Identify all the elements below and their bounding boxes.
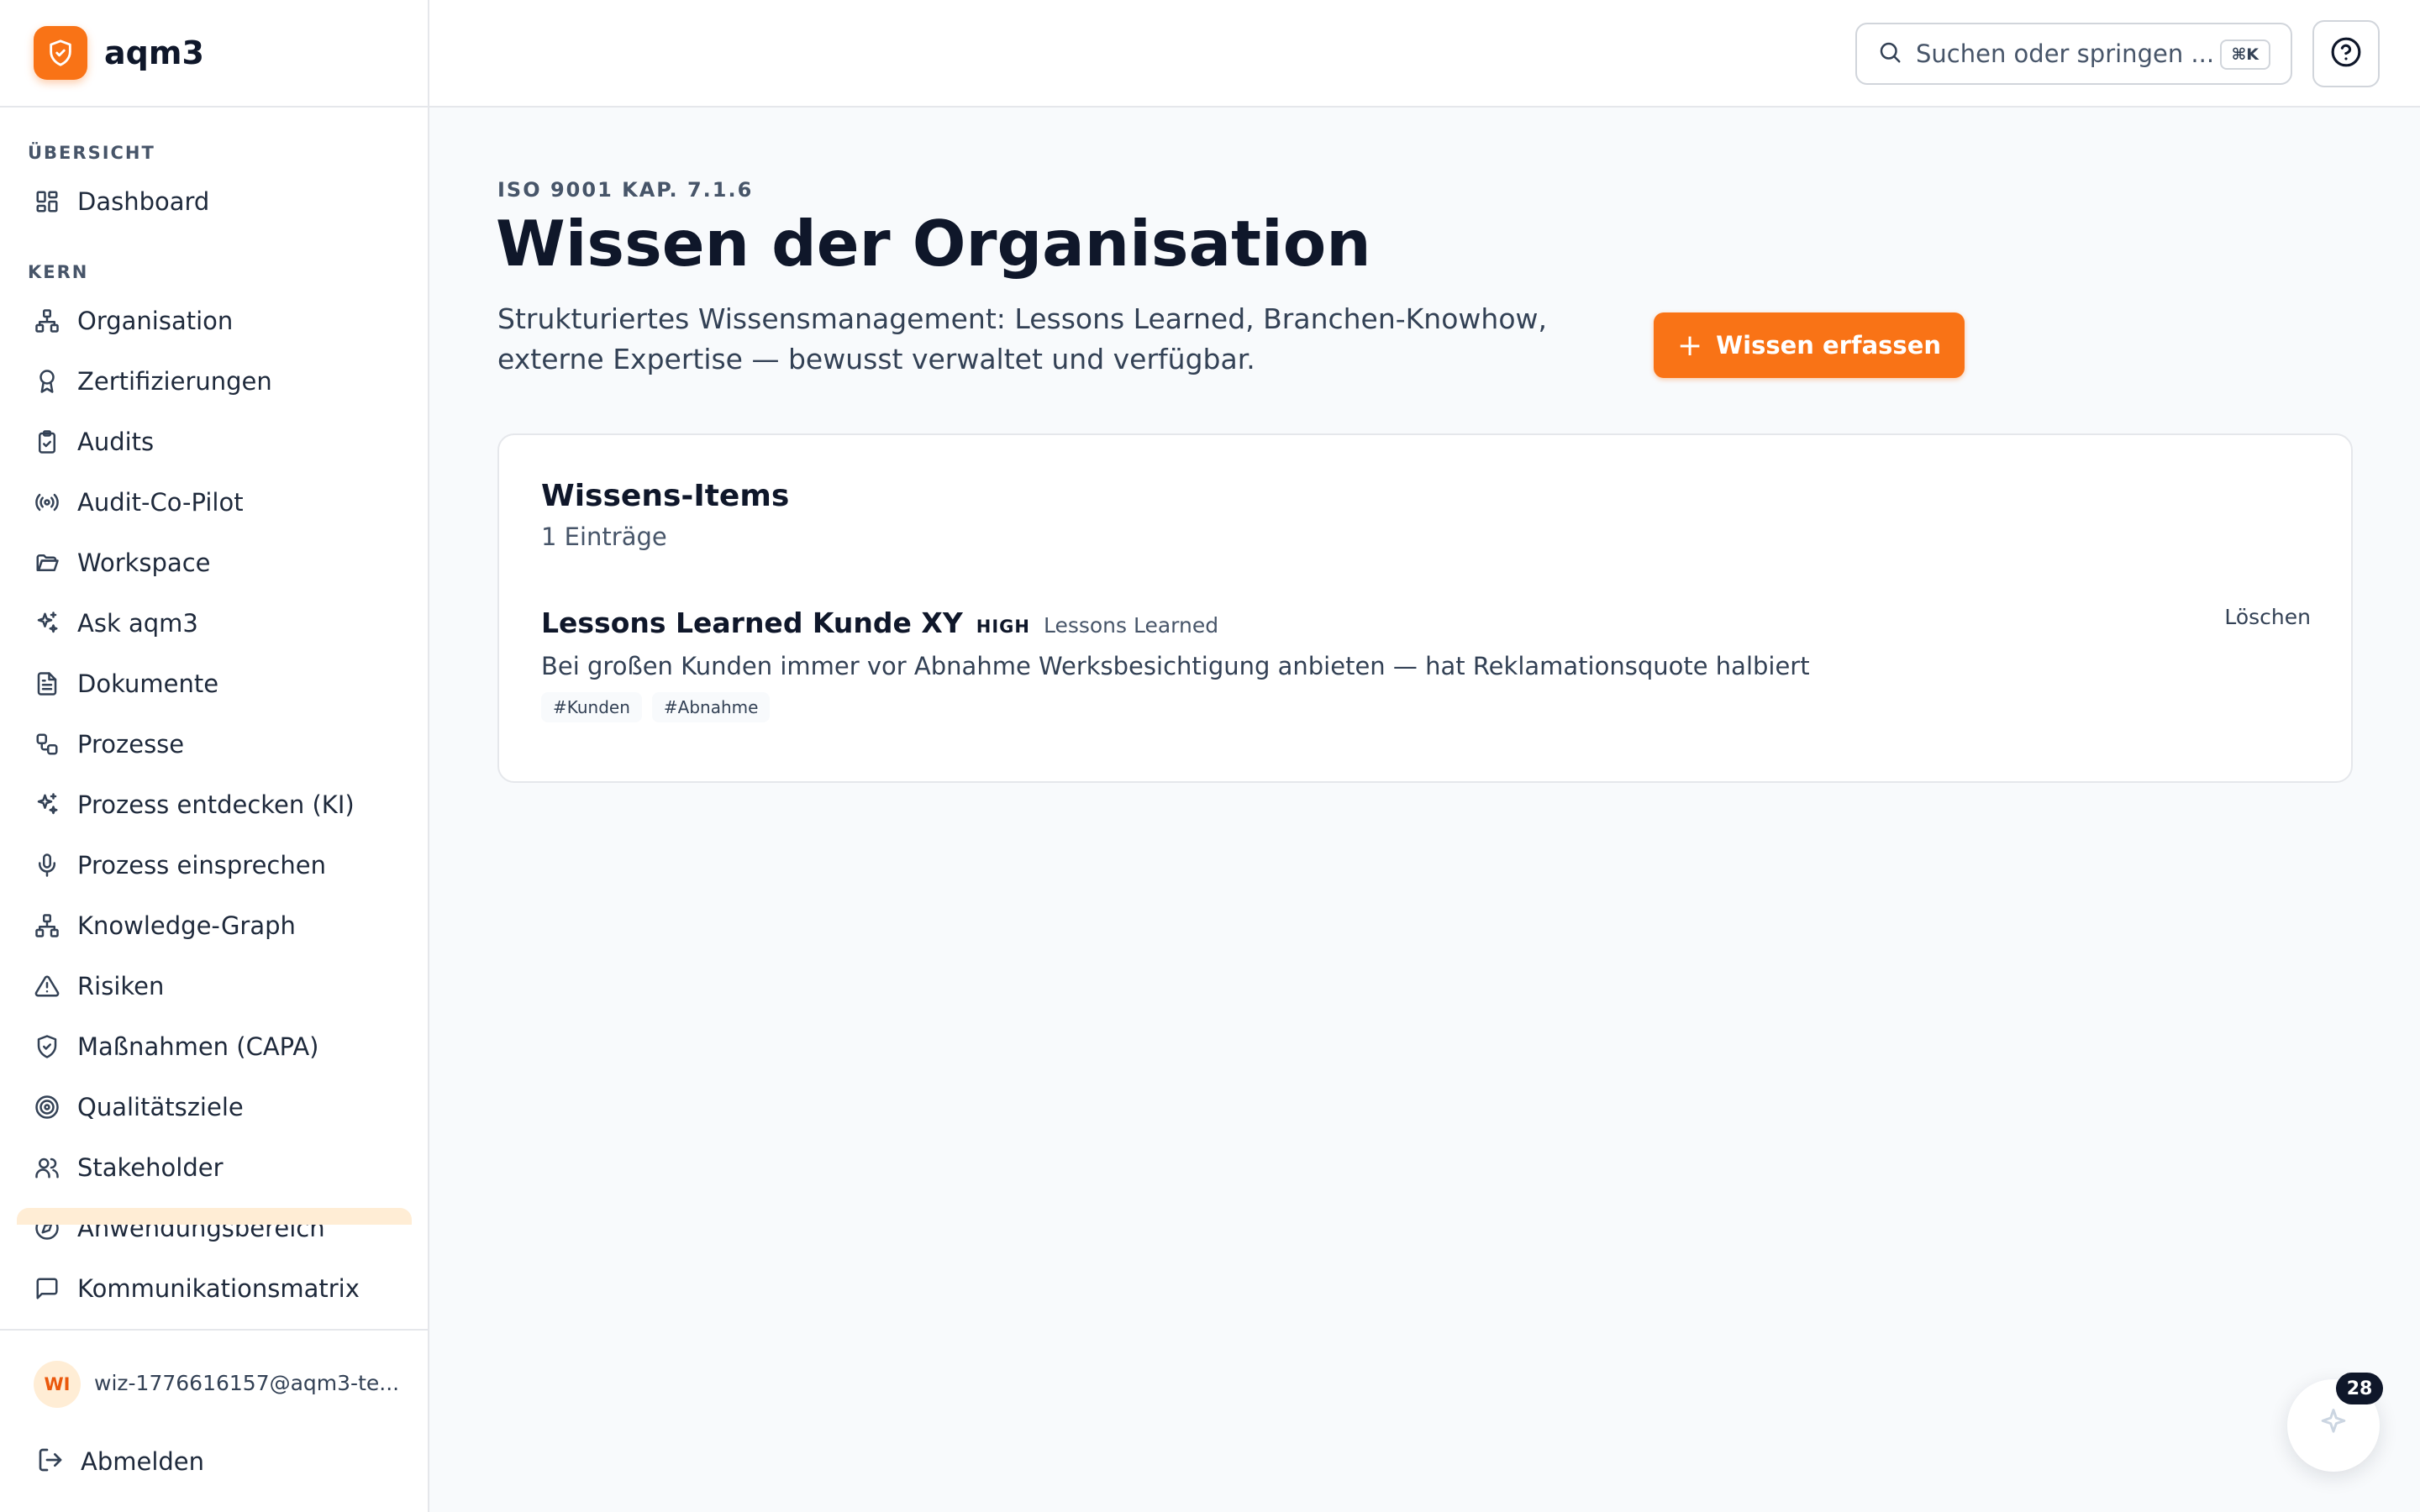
item-title: Lessons Learned Kunde XY [541, 606, 963, 639]
brand[interactable]: aqm3 [0, 0, 428, 108]
sidebar-item-label: Dashboard [77, 187, 210, 216]
sidebar-item-prozess-entdecken-ki[interactable]: Prozess entdecken (KI) [17, 778, 412, 832]
sidebar-item-label: Workspace [77, 549, 211, 577]
delete-button[interactable]: Löschen [2224, 605, 2311, 629]
logout-button[interactable]: Abmelden [37, 1446, 204, 1477]
sidebar-item-label: Qualitätsziele [77, 1093, 244, 1121]
org-chart-icon [34, 307, 60, 334]
sidebar-item-organisation[interactable]: Organisation [17, 294, 412, 348]
add-knowledge-button[interactable]: + Wissen erfassen [1654, 312, 1965, 378]
mic-icon [34, 852, 60, 879]
sidebar-item-maßnahmen-capa[interactable]: Maßnahmen (CAPA) [17, 1020, 412, 1074]
sidebar-item-label: Prozess einsprechen [77, 851, 326, 879]
target-icon [34, 1094, 60, 1121]
sidebar-item-label: Zertifizierungen [77, 367, 272, 396]
add-knowledge-label: Wissen erfassen [1716, 331, 1942, 360]
sidebar-item-stakeholder[interactable]: Stakeholder [17, 1141, 412, 1194]
sidebar-item-zertifizierungen[interactable]: Zertifizierungen [17, 354, 412, 408]
tag-list: #Kunden #Abnahme [541, 692, 780, 722]
search-input[interactable]: Suchen oder springen ... ⌘K [1855, 23, 2292, 85]
sidebar-item-qualitätsziele[interactable]: Qualitätsziele [17, 1080, 412, 1134]
avatar[interactable]: WI [34, 1361, 81, 1408]
workflow-icon [34, 731, 60, 758]
award-icon [34, 368, 60, 395]
sidebar-item-prozess-einsprechen[interactable]: Prozess einsprechen [17, 838, 412, 892]
knowledge-items-card: Wissens-Items 1 Einträge Lessons Learned… [497, 433, 2353, 783]
sidebar-nav: ÜBERSICHT KERN Dashboard Organisation Zerti… [0, 108, 428, 1327]
file-text-icon [34, 670, 60, 697]
sidebar-item-active-peek[interactable] [17, 1208, 412, 1225]
network-icon [34, 912, 60, 939]
sidebar-item-label: Prozess entdecken (KI) [77, 790, 355, 819]
sidebar-item-label: Knowledge-Graph [77, 911, 296, 940]
sidebar-item-label: Organisation [77, 307, 234, 335]
sidebar-item-label: Kommunikationsmatrix [77, 1274, 360, 1303]
plus-icon: + [1676, 328, 1703, 363]
sparkles-icon [2315, 1405, 2352, 1446]
user-area: WI wiz-1776616157@aqm3-te... Abmelden [0, 1329, 428, 1512]
sidebar-item-ask-aqm3[interactable]: Ask aqm3 [17, 596, 412, 650]
category-label: Lessons Learned [1043, 613, 1219, 638]
sidebar-item-label: Prozesse [77, 730, 185, 759]
sidebar-item-label: Risiken [77, 972, 165, 1000]
sidebar-item-label: Dokumente [77, 669, 219, 698]
sidebar: aqm3 ÜBERSICHT KERN Dashboard Organisation… [0, 0, 429, 1512]
sidebar-item-audit-co-pilot[interactable]: Audit-Co-Pilot [17, 475, 412, 529]
help-circle-icon [2330, 36, 2362, 71]
logout-label: Abmelden [81, 1447, 205, 1476]
shortcut-badge: ⌘K [2219, 39, 2270, 70]
message-square-icon [34, 1275, 60, 1302]
dashboard-icon [34, 188, 60, 215]
radio-icon [34, 489, 60, 516]
sidebar-item-prozesse[interactable]: Prozesse [17, 717, 412, 771]
clipboard-check-icon [34, 428, 60, 455]
search-icon [1877, 39, 1902, 68]
sidebar-item-audits[interactable]: Audits [17, 415, 412, 469]
card-title: Wissens-Items [541, 479, 790, 513]
search-placeholder: Suchen oder springen ... [1916, 39, 2215, 68]
sidebar-item-dokumente[interactable]: Dokumente [17, 657, 412, 711]
user-email[interactable]: wiz-1776616157@aqm3-te... [94, 1371, 399, 1395]
folder-open-icon [34, 549, 60, 576]
topbar: Suchen oder springen ... ⌘K [429, 0, 2420, 108]
brand-name: aqm3 [104, 34, 204, 71]
sidebar-item-knowledge-graph[interactable]: Knowledge-Graph [17, 899, 412, 953]
users-icon [34, 1154, 60, 1181]
page-description: Strukturiertes Wissensmanagement: Lesson… [497, 302, 1547, 375]
sidebar-item-kommunikationsmatrix[interactable]: Kommunikationsmatrix [17, 1262, 412, 1315]
page-title: Wissen der Organisation [496, 207, 1371, 281]
alert-triangle-icon [34, 973, 60, 1000]
sidebar-item-risiken[interactable]: Risiken [17, 959, 412, 1013]
item-description: Bei großen Kunden immer vor Abnahme Werk… [541, 652, 1810, 680]
sidebar-item-dashboard[interactable]: Dashboard [17, 175, 412, 228]
sparkles-icon [34, 791, 60, 818]
sidebar-item-label: Ask aqm3 [77, 609, 198, 638]
priority-badge: HIGH [976, 617, 1030, 637]
shield-check-icon [34, 1033, 60, 1060]
sidebar-item-label: Maßnahmen (CAPA) [77, 1032, 319, 1061]
shield-check-icon [34, 26, 87, 80]
notification-badge: 28 [2336, 1373, 2383, 1404]
sidebar-item-label: Audits [77, 428, 155, 456]
sidebar-item-workspace[interactable]: Workspace [17, 536, 412, 590]
tag[interactable]: #Abnahme [651, 692, 771, 722]
sidebar-item-label: Audit-Co-Pilot [77, 488, 244, 517]
logout-icon [37, 1446, 64, 1477]
section-label-core: KERN [28, 262, 89, 282]
sidebar-item-label: Stakeholder [77, 1153, 224, 1182]
sparkles-icon [34, 610, 60, 637]
section-label-overview: ÜBERSICHT [28, 143, 155, 163]
help-button[interactable] [2312, 20, 2380, 87]
page-eyebrow: ISO 9001 KAP. 7.1.6 [497, 178, 754, 202]
tag[interactable]: #Kunden [541, 692, 642, 722]
card-count: 1 Einträge [541, 522, 667, 551]
